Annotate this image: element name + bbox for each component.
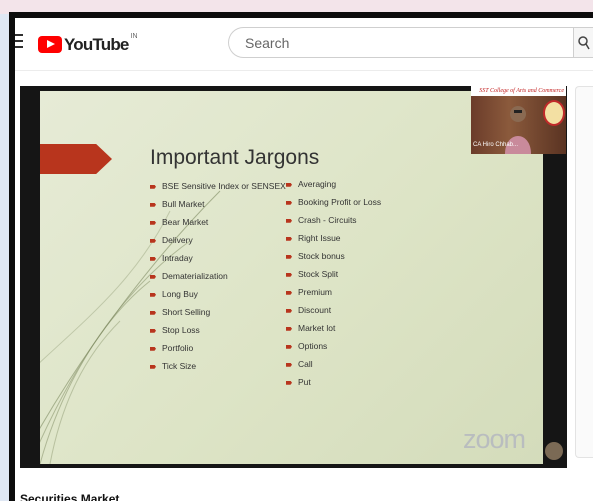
search-box	[228, 27, 573, 58]
bullet-icon	[150, 274, 156, 279]
bullet-icon	[150, 292, 156, 297]
list-item: Tick Size	[150, 357, 286, 375]
bullet-icon	[286, 380, 292, 385]
list-item-label: Booking Profit or Loss	[298, 197, 382, 207]
youtube-play-icon	[38, 36, 62, 53]
bullet-icon	[150, 346, 156, 351]
youtube-logo[interactable]: YouTube IN	[38, 33, 138, 54]
slide-title: Important Jargons	[150, 146, 320, 169]
list-item-label: Portfolio	[162, 343, 194, 353]
jargon-list-left: BSE Sensitive Index or SENSEX Bull Marke…	[150, 177, 286, 375]
webcam-thumbnail: SST College of Arts and Commerce CA Hiro…	[471, 86, 566, 154]
bullet-icon	[150, 256, 156, 261]
list-item-label: Bear Market	[162, 217, 209, 227]
youtube-window: YouTube IN Important Jargons BSE Sensiti…	[15, 18, 593, 501]
side-panel	[575, 86, 593, 458]
bullet-icon	[150, 202, 156, 207]
list-item-label: Tick Size	[162, 361, 197, 371]
list-item: Call	[286, 355, 381, 373]
bullet-icon	[150, 364, 156, 369]
list-item-label: Stock bonus	[298, 251, 345, 261]
list-item: Stock bonus	[286, 247, 381, 265]
list-item-label: Stop Loss	[162, 325, 200, 335]
bullet-icon	[286, 236, 292, 241]
list-item-label: Averaging	[298, 179, 337, 189]
list-item-label: Long Buy	[162, 289, 198, 299]
bullet-icon	[286, 344, 292, 349]
bullet-icon	[286, 254, 292, 259]
bullet-icon	[150, 310, 156, 315]
presentation-slide: Important Jargons BSE Sensitive Index or…	[40, 91, 543, 464]
logo-text: YouTube	[64, 35, 129, 54]
bullet-icon	[150, 220, 156, 225]
list-item-label: Bull Market	[162, 199, 205, 209]
list-item: Booking Profit or Loss	[286, 193, 381, 211]
list-item-label: Intraday	[162, 253, 193, 263]
list-item: Right Issue	[286, 229, 381, 247]
list-item-label: Crash - Circuits	[298, 215, 357, 225]
college-banner: SST College of Arts and Commerce	[471, 86, 566, 96]
list-item-label: Options	[298, 341, 328, 351]
list-item-label: Right Issue	[298, 233, 341, 243]
hamburger-menu-icon[interactable]	[15, 34, 23, 48]
bullet-icon	[286, 200, 292, 205]
participant-avatar-icon	[545, 442, 563, 460]
list-item: Dematerialization	[150, 267, 286, 285]
list-item-label: Discount	[298, 305, 332, 315]
list-item-label: Short Selling	[162, 307, 211, 317]
presenter-name: CA Hiro Chhab...	[473, 142, 519, 148]
bullet-icon	[286, 290, 292, 295]
list-item: Market lot	[286, 319, 381, 337]
bullet-icon	[150, 184, 156, 189]
list-item: Intraday	[150, 249, 286, 267]
college-logo-icon	[543, 100, 565, 126]
jargon-list-right: Averaging Booking Profit or Loss Crash -…	[286, 175, 381, 391]
video-player[interactable]: Important Jargons BSE Sensitive Index or…	[20, 86, 567, 468]
search-input[interactable]	[243, 34, 567, 52]
list-item-label: Market lot	[298, 323, 336, 333]
list-item-label: Put	[298, 377, 311, 387]
list-item: Bear Market	[150, 213, 286, 231]
list-item: Discount	[286, 301, 381, 319]
list-item-label: Delivery	[162, 235, 193, 245]
list-item-label: Call	[298, 359, 313, 369]
bullet-icon	[286, 362, 292, 367]
list-item: Bull Market	[150, 195, 286, 213]
region-code: IN	[130, 33, 138, 40]
list-item-label: BSE Sensitive Index or SENSEX	[162, 181, 286, 191]
video-title: Securities Market	[20, 492, 120, 501]
list-item: Put	[286, 373, 381, 391]
list-item: BSE Sensitive Index or SENSEX	[150, 177, 286, 195]
list-item: Stop Loss	[150, 321, 286, 339]
list-item: Averaging	[286, 175, 381, 193]
list-item: Crash - Circuits	[286, 211, 381, 229]
bullet-icon	[150, 328, 156, 333]
list-item: Long Buy	[150, 285, 286, 303]
bullet-icon	[286, 308, 292, 313]
list-item: Premium	[286, 283, 381, 301]
list-item: Portfolio	[150, 339, 286, 357]
search-button[interactable]	[573, 27, 593, 58]
list-item: Stock Split	[286, 265, 381, 283]
bullet-icon	[286, 218, 292, 223]
bullet-icon	[286, 272, 292, 277]
list-item: Options	[286, 337, 381, 355]
bullet-icon	[286, 326, 292, 331]
list-item-label: Stock Split	[298, 269, 339, 279]
list-item-label: Dematerialization	[162, 271, 228, 281]
bullet-icon	[286, 182, 292, 187]
bullet-icon	[150, 238, 156, 243]
list-item: Short Selling	[150, 303, 286, 321]
search-icon	[578, 36, 590, 50]
list-item: Delivery	[150, 231, 286, 249]
zoom-watermark: zoom	[463, 424, 526, 454]
youtube-header: YouTube IN	[15, 18, 593, 71]
list-item-label: Premium	[298, 287, 333, 297]
